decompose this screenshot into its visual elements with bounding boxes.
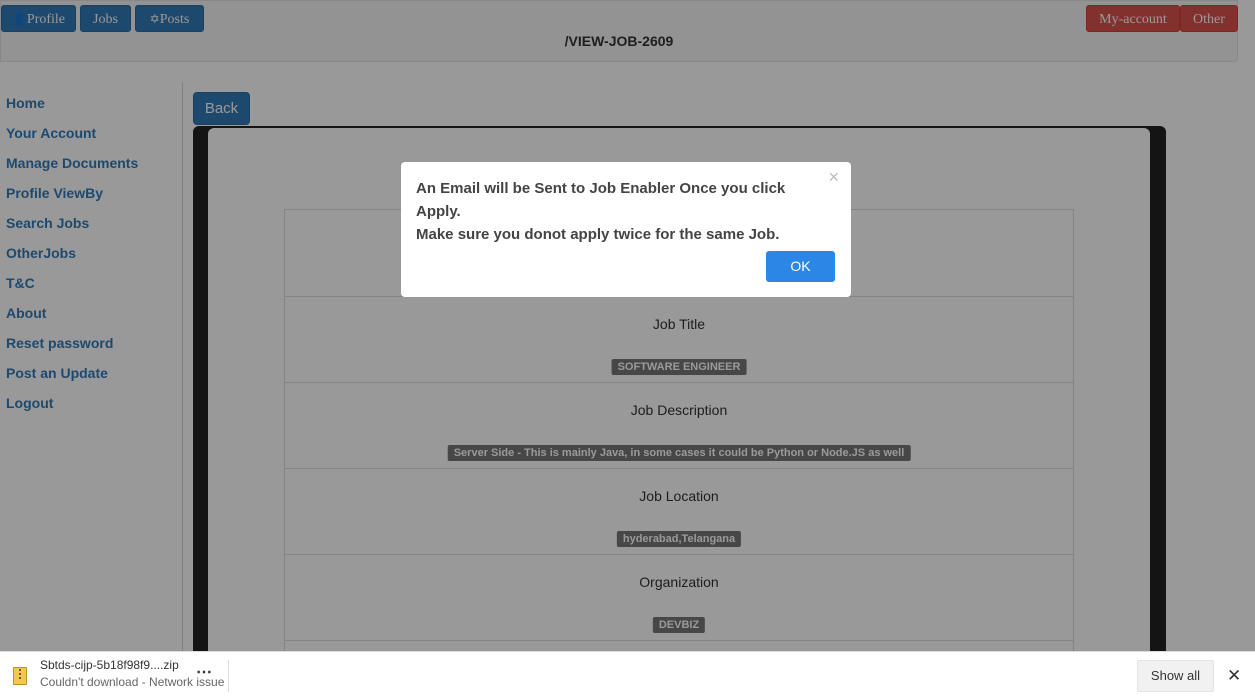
download-divider — [228, 660, 229, 692]
close-download-bar-icon[interactable]: ✕ — [1227, 666, 1241, 686]
download-bar: Sbtds-cijp-5b18f98f9....zip Couldn't dow… — [0, 651, 1255, 699]
show-all-button[interactable]: Show all — [1137, 660, 1214, 692]
alert-message-line1: An Email will be Sent to Job Enabler Onc… — [416, 180, 786, 220]
modal-backdrop[interactable] — [0, 0, 1255, 651]
alert-message-line2: Make sure you donot apply twice for the … — [416, 226, 780, 243]
apply-alert-dialog: × An Email will be Sent to Job Enabler O… — [401, 162, 851, 297]
alert-message: An Email will be Sent to Job Enabler Onc… — [416, 177, 816, 246]
zip-file-icon — [13, 667, 27, 685]
download-file-name[interactable]: Sbtds-cijp-5b18f98f9....zip — [40, 658, 179, 672]
more-options-icon[interactable]: ⋯ — [196, 662, 213, 682]
ok-button[interactable]: OK — [766, 251, 835, 282]
close-icon[interactable]: × — [828, 168, 839, 186]
